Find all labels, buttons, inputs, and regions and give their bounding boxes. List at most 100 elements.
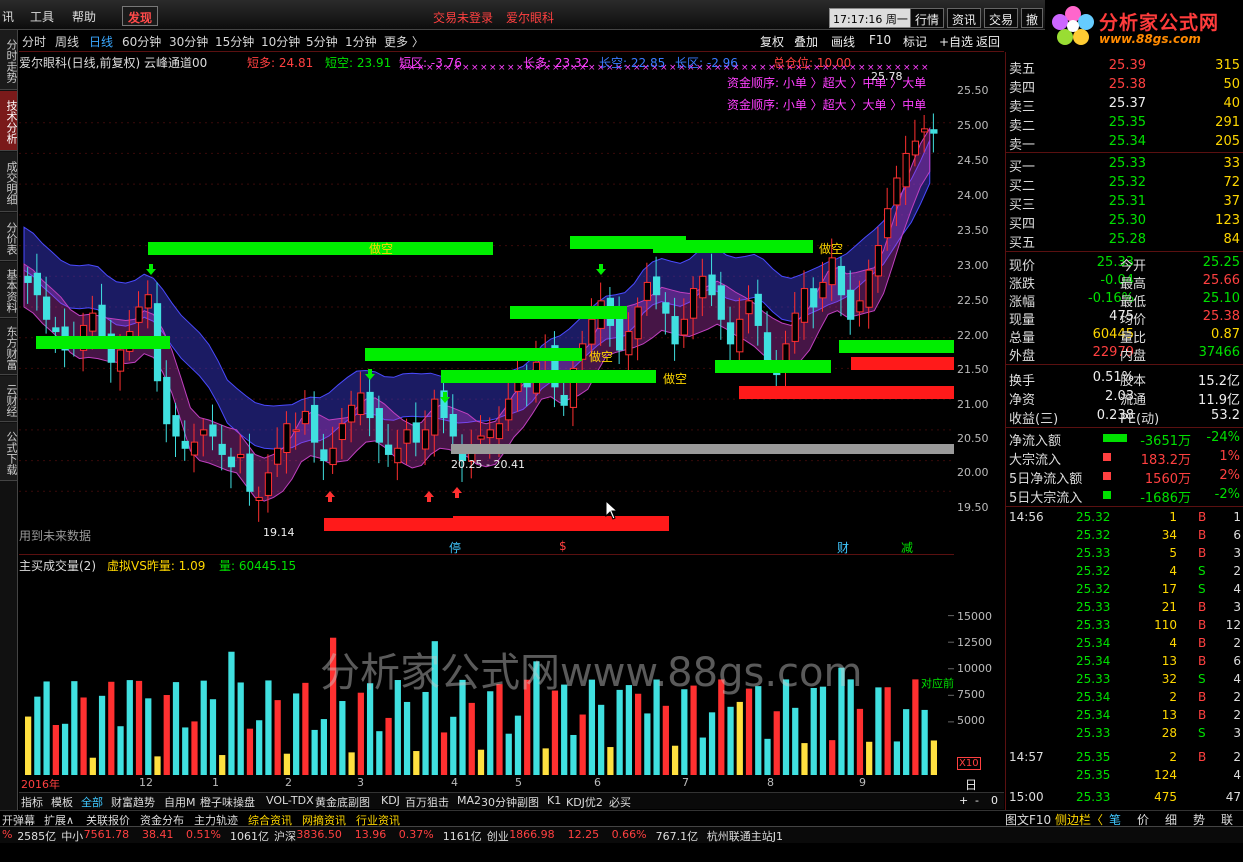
tab-all[interactable]: 全部 <box>81 794 103 810</box>
tick-price: 25.32 <box>1076 510 1111 524</box>
tab-kdj2[interactable]: KDJ优2 <box>566 794 603 810</box>
overlay-button[interactable]: 叠加 <box>794 33 818 50</box>
f10-text-button[interactable]: 图文F10 <box>1005 811 1051 828</box>
tab-price[interactable]: 价 <box>1137 811 1149 828</box>
x-tick: 5 <box>515 776 522 789</box>
y-tick: 22.50 <box>957 294 989 307</box>
tab-eastmoney[interactable]: 东方财富 <box>0 319 18 375</box>
menu-item-news[interactable]: 讯 <box>2 8 14 25</box>
tab-orange[interactable]: 橙子味操盘 <box>200 794 255 810</box>
mark-button[interactable]: 标记 <box>903 33 927 50</box>
tab-kdj[interactable]: KDJ <box>381 794 400 807</box>
tab-wealth-trend[interactable]: 财富趋势 <box>111 794 155 810</box>
low-price-mark: 19.14 <box>263 526 295 539</box>
volume-bar <box>727 706 734 775</box>
menu-item-help[interactable]: 帮助 <box>72 8 96 25</box>
tick-row: 25.34 2 B 2 <box>1006 690 1243 708</box>
candle <box>477 435 485 440</box>
x-tick: 9 <box>859 776 866 789</box>
tab-indicator[interactable]: 指标 <box>21 794 43 810</box>
order-qty: 291 <box>1215 115 1240 130</box>
back-button[interactable]: 返回 <box>976 33 1000 50</box>
period-5min[interactable]: 5分钟 <box>306 33 338 50</box>
time-axis: 2016年 12 1 2 3 4 5 6 7 8 9 日线 <box>19 776 977 809</box>
f10-button[interactable]: F10 <box>869 33 891 47</box>
order-qty: 72 <box>1223 175 1240 190</box>
draw-button[interactable]: 画线 <box>831 33 855 50</box>
zoom-out-button[interactable]: - <box>975 794 979 807</box>
tick-side: B <box>1198 636 1207 650</box>
status-item: % <box>2 828 13 841</box>
tab-formula-download[interactable]: 公式下载 <box>0 423 18 481</box>
volume-bar <box>154 756 161 775</box>
candle <box>292 429 300 432</box>
period-1min[interactable]: 1分钟 <box>345 33 377 50</box>
stat-label: 今开 <box>1120 259 1147 274</box>
adjust-button[interactable]: 复权 <box>760 33 784 50</box>
watermark: 分析家公式网www.88gs.com <box>320 650 863 696</box>
tab-price-table[interactable]: 分价表 <box>0 213 18 261</box>
order-price: 25.34 <box>1108 134 1146 149</box>
zoom-reset-button[interactable]: 0 <box>991 794 998 807</box>
order-qty: 123 <box>1215 213 1240 228</box>
stat-label: 内盘 <box>1120 349 1147 364</box>
period-daily[interactable]: 日线 <box>89 33 113 50</box>
tab-trade-detail[interactable]: 成交明细 <box>0 152 18 212</box>
tab-template[interactable]: 模板 <box>51 794 73 810</box>
candle <box>135 306 143 323</box>
status-item: 12.25 <box>567 828 600 841</box>
event-dividend[interactable]: $ <box>559 539 567 553</box>
trade-button[interactable]: 交易 <box>984 8 1019 28</box>
tab-fundamentals[interactable]: 基本资料 <box>0 262 18 318</box>
kline-chart[interactable]: × × × × × × × × × × × × × × × × × × × × × × × × × × × × × × × × × × × × × × × ×… <box>19 52 954 555</box>
tab-ticks[interactable]: 笔 <box>1109 811 1121 828</box>
tab-gold-bottom[interactable]: 黄金底副图 <box>315 794 370 810</box>
tab-trend[interactable]: 势 <box>1193 811 1205 828</box>
menu-item-tools[interactable]: 工具 <box>30 8 54 25</box>
info-button[interactable]: 资讯 <box>947 8 982 28</box>
stat-value: 37466 <box>1198 345 1240 360</box>
volume-bar <box>385 717 392 775</box>
tab-intraday[interactable]: 分时走势 <box>0 30 18 90</box>
stat-value: 25.66 <box>1202 273 1240 288</box>
tab-must-buy[interactable]: 必买 <box>609 794 631 810</box>
menu-item-discover[interactable]: 发现 <box>122 6 159 26</box>
tab-million-snipe[interactable]: 百万狙击 <box>405 794 449 810</box>
candle <box>625 331 633 356</box>
period-30min[interactable]: 30分钟 <box>169 33 208 50</box>
tab-technical[interactable]: 技术分析 <box>0 91 18 151</box>
period-10min[interactable]: 10分钟 <box>261 33 300 50</box>
tick-price: 25.35 <box>1076 768 1111 782</box>
tab-ma2[interactable]: MA2 <box>457 794 481 807</box>
period-15min[interactable]: 15分钟 <box>215 33 254 50</box>
zoom-in-button[interactable]: + <box>959 794 968 807</box>
period-more[interactable]: 更多 〉 <box>384 33 424 50</box>
sidebar-button[interactable]: 侧边栏〈 <box>1055 811 1103 828</box>
candle <box>190 441 199 456</box>
tab-detail[interactable]: 细 <box>1165 811 1177 828</box>
tab-k1[interactable]: K1 <box>547 794 561 807</box>
period-intraday[interactable]: 分时 <box>22 33 46 50</box>
period-weekly[interactable]: 周线 <box>55 33 79 50</box>
tab-custom-m[interactable]: 自用M <box>164 794 196 810</box>
candle <box>52 327 60 333</box>
tab-yuncaijing[interactable]: 云财经 <box>0 376 18 422</box>
x10-badge[interactable]: X10 <box>957 757 981 770</box>
quote-button[interactable]: 行情 <box>910 8 945 28</box>
tick-row: 14:57 25.35 2 B 2 <box>1006 750 1243 768</box>
tab-vol-tdx[interactable]: VOL-TDX <box>266 794 314 807</box>
volume-bar <box>542 748 549 775</box>
add-favorite-button[interactable]: +自选 <box>939 33 973 50</box>
candle <box>403 429 411 444</box>
candle <box>800 288 809 323</box>
tick-count: 6 <box>1233 654 1241 668</box>
tab-link[interactable]: 联 <box>1221 811 1233 828</box>
volume-bar <box>607 747 614 775</box>
y-tick: 23.50 <box>957 224 989 237</box>
tab-30min-sub[interactable]: 30分钟副图 <box>481 794 539 810</box>
cancel-order-button[interactable]: 撤 <box>1021 8 1044 28</box>
stock-name-top: 爱尔眼科 <box>506 11 555 25</box>
x-tick: 2 <box>285 776 292 789</box>
period-60min[interactable]: 60分钟 <box>122 33 161 50</box>
indicator-long-long: 长多: 23.32 <box>523 56 590 70</box>
